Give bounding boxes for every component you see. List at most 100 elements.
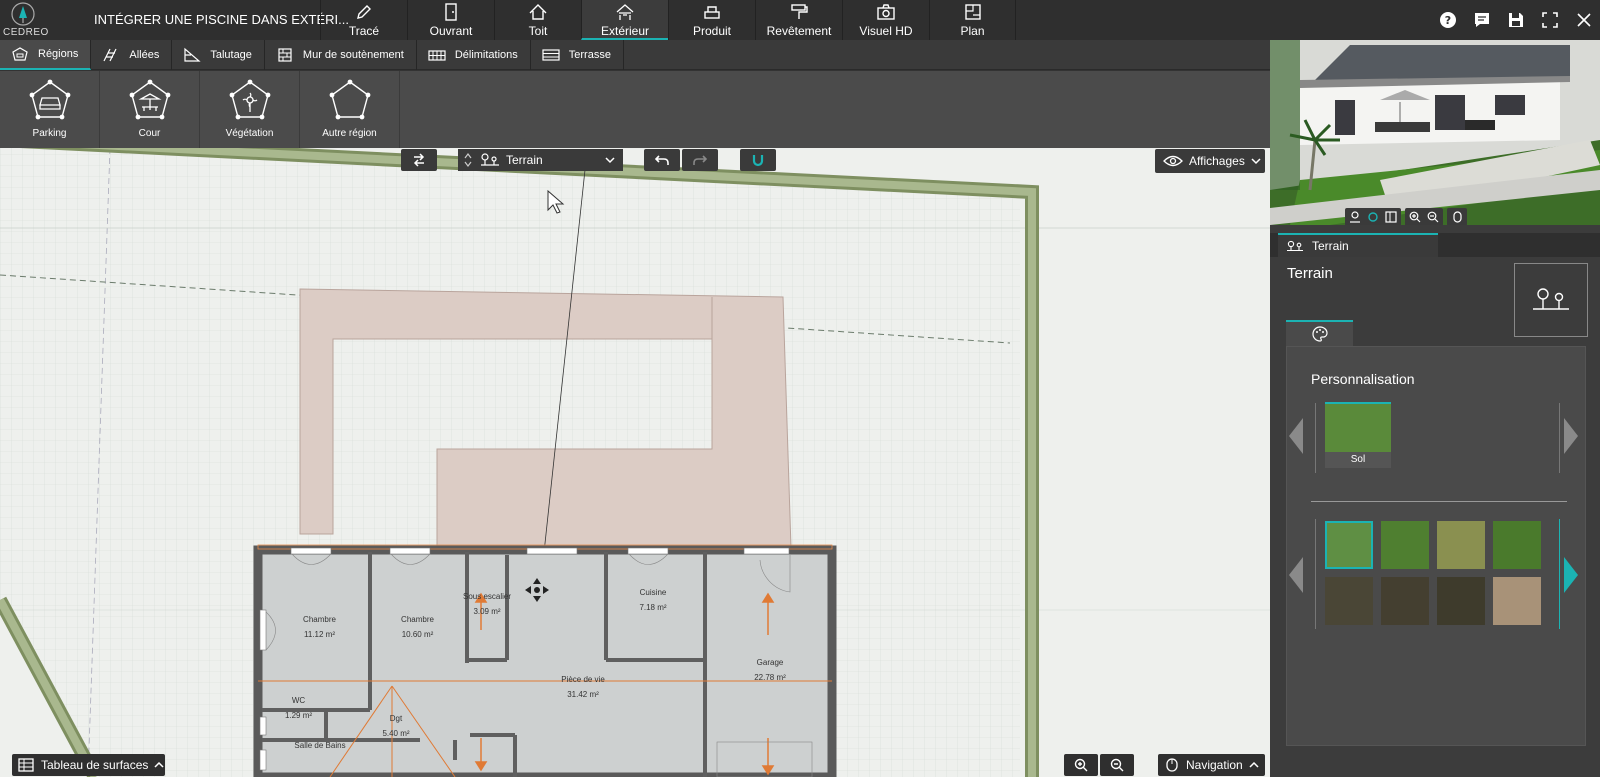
feedback-icon[interactable] (1472, 10, 1492, 30)
redo-button[interactable] (682, 149, 718, 171)
room-label-salle-de-bains: Salle de Bains (294, 741, 346, 750)
subtab-delimitations[interactable]: Délimitations (417, 40, 531, 70)
layer-select[interactable]: Terrain (458, 149, 623, 171)
help-icon[interactable]: ? (1438, 10, 1458, 30)
tab-exterieur[interactable]: Extérieur (581, 0, 668, 40)
preview-mouse-tool[interactable] (1447, 208, 1467, 225)
prev-materials-arrow-icon[interactable] (1289, 557, 1303, 593)
divider (1559, 403, 1560, 473)
zoom-out-button[interactable] (1100, 754, 1134, 776)
preview-tools (1345, 208, 1467, 225)
plan-canvas[interactable]: Chambre 11.12 m² Chambre 10.60 m² Sous esc… (0, 148, 1270, 777)
region-panel: Parking Cour Végétation Autre région (0, 71, 1270, 148)
subtab-allees[interactable]: Allées (91, 40, 173, 70)
selected-material-swatch[interactable]: Sol (1325, 402, 1391, 468)
tab-terrain-label: Terrain (1312, 239, 1349, 253)
orbit-view-icon[interactable] (1366, 211, 1380, 223)
terrain-icon (481, 153, 499, 166)
top-right-actions: ? (1438, 0, 1600, 40)
material-swatch[interactable] (1493, 577, 1541, 625)
personalisation-panel: Personnalisation Sol (1286, 346, 1586, 746)
tab-trace[interactable]: Tracé (320, 0, 407, 40)
magnet-button[interactable] (740, 149, 776, 171)
logo-text: CEDREO (3, 27, 49, 38)
material-swatch[interactable] (1325, 521, 1373, 569)
zoom-in-button[interactable] (1064, 754, 1098, 776)
subtab-terrasse[interactable]: Terrasse (531, 40, 624, 70)
tab-ouvrant[interactable]: Ouvrant (407, 0, 494, 40)
surfaces-table-button[interactable]: Tableau de surfaces (12, 754, 165, 776)
zoom-out-icon (1110, 758, 1124, 772)
subtab-talutage[interactable]: Talutage (172, 40, 265, 70)
chevron-up-icon (154, 761, 164, 768)
region-cour-button[interactable]: Cour (100, 71, 200, 148)
product-icon (704, 6, 720, 19)
tab-label: Ouvrant (429, 24, 473, 38)
palette-icon (1311, 326, 1328, 342)
svg-text:?: ? (1445, 14, 1451, 27)
eye-icon (1163, 155, 1183, 167)
tab-personnalisation[interactable] (1286, 320, 1353, 346)
retaining-wall-icon (278, 48, 292, 62)
material-swatch[interactable] (1325, 577, 1373, 625)
terrace-icon (542, 49, 560, 61)
mouse-icon (1166, 758, 1178, 772)
region-autre-button[interactable]: Autre région (300, 71, 400, 148)
region-vegetation-button[interactable]: Végétation (200, 71, 300, 148)
room-label-chambre-2: Chambre 10.60 m² (401, 615, 434, 639)
3d-preview[interactable] (1270, 40, 1600, 225)
terrain-thumbnail (1514, 263, 1588, 337)
person-view-icon[interactable] (1348, 211, 1362, 223)
slope-icon (184, 47, 201, 62)
divider (1315, 403, 1316, 473)
material-swatch[interactable] (1493, 521, 1541, 569)
tab-revetement[interactable]: Revêtement (755, 0, 842, 40)
save-icon[interactable] (1506, 10, 1526, 30)
navigation-label: Navigation (1186, 758, 1243, 772)
floor-plan[interactable] (0, 148, 1270, 777)
chevron-down-icon (605, 157, 615, 164)
display-options-button[interactable]: Affichages (1155, 149, 1265, 173)
chevron-up-icon (1249, 761, 1259, 768)
mouse-icon (1453, 211, 1462, 223)
terrain-icon (1287, 240, 1303, 252)
tab-visuel-hd[interactable]: Visuel HD (842, 0, 929, 40)
zoom-out-icon[interactable] (1426, 211, 1440, 223)
tab-label: Toit (528, 24, 548, 38)
tab-produit[interactable]: Produit (668, 0, 755, 40)
next-arrow-icon[interactable] (1564, 418, 1578, 454)
subtab-mur-soutenement[interactable]: Mur de soutènement (265, 40, 417, 70)
tab-terrain[interactable]: Terrain (1278, 233, 1438, 257)
chevron-down-icon (1251, 158, 1261, 165)
roof-icon (529, 4, 547, 20)
paint-roller-icon (791, 4, 808, 19)
next-materials-arrow-icon[interactable] (1564, 557, 1578, 593)
top-bar: CEDREO INTÉGRER UNE PISCINE DANS EXTÉRI.… (0, 0, 1600, 40)
material-swatch[interactable] (1437, 577, 1485, 625)
table-icon (18, 758, 34, 772)
tab-toit[interactable]: Toit (494, 0, 581, 40)
cedreo-logo[interactable]: CEDREO (0, 0, 48, 40)
material-swatch[interactable] (1437, 521, 1485, 569)
undo-icon (655, 155, 669, 165)
floor-view-icon[interactable] (1384, 211, 1398, 223)
undo-button[interactable] (644, 149, 680, 171)
region-parking-button[interactable]: Parking (0, 71, 100, 148)
swap-button[interactable] (401, 149, 437, 171)
room-label-garage: Garage 22.78 m² (754, 658, 786, 682)
prev-arrow-icon[interactable] (1289, 418, 1303, 454)
navigation-button[interactable]: Navigation (1158, 754, 1265, 776)
parking-icon (29, 79, 70, 120)
zoom-in-icon[interactable] (1408, 211, 1422, 223)
regions-icon (12, 47, 28, 61)
material-swatch[interactable] (1381, 521, 1429, 569)
tab-plan[interactable]: Plan (929, 0, 1016, 40)
room-label-dgt: Dgt 5.40 m² (382, 714, 410, 738)
plan-icon (964, 4, 981, 20)
fullscreen-icon[interactable] (1540, 10, 1560, 30)
material-swatch[interactable] (1381, 577, 1429, 625)
subtab-regions[interactable]: Régions (0, 40, 92, 70)
subtab-label: Talutage (210, 49, 252, 61)
close-icon[interactable] (1574, 10, 1594, 30)
room-label-piece-de-vie: Pièce de vie 31.42 m² (561, 675, 605, 699)
